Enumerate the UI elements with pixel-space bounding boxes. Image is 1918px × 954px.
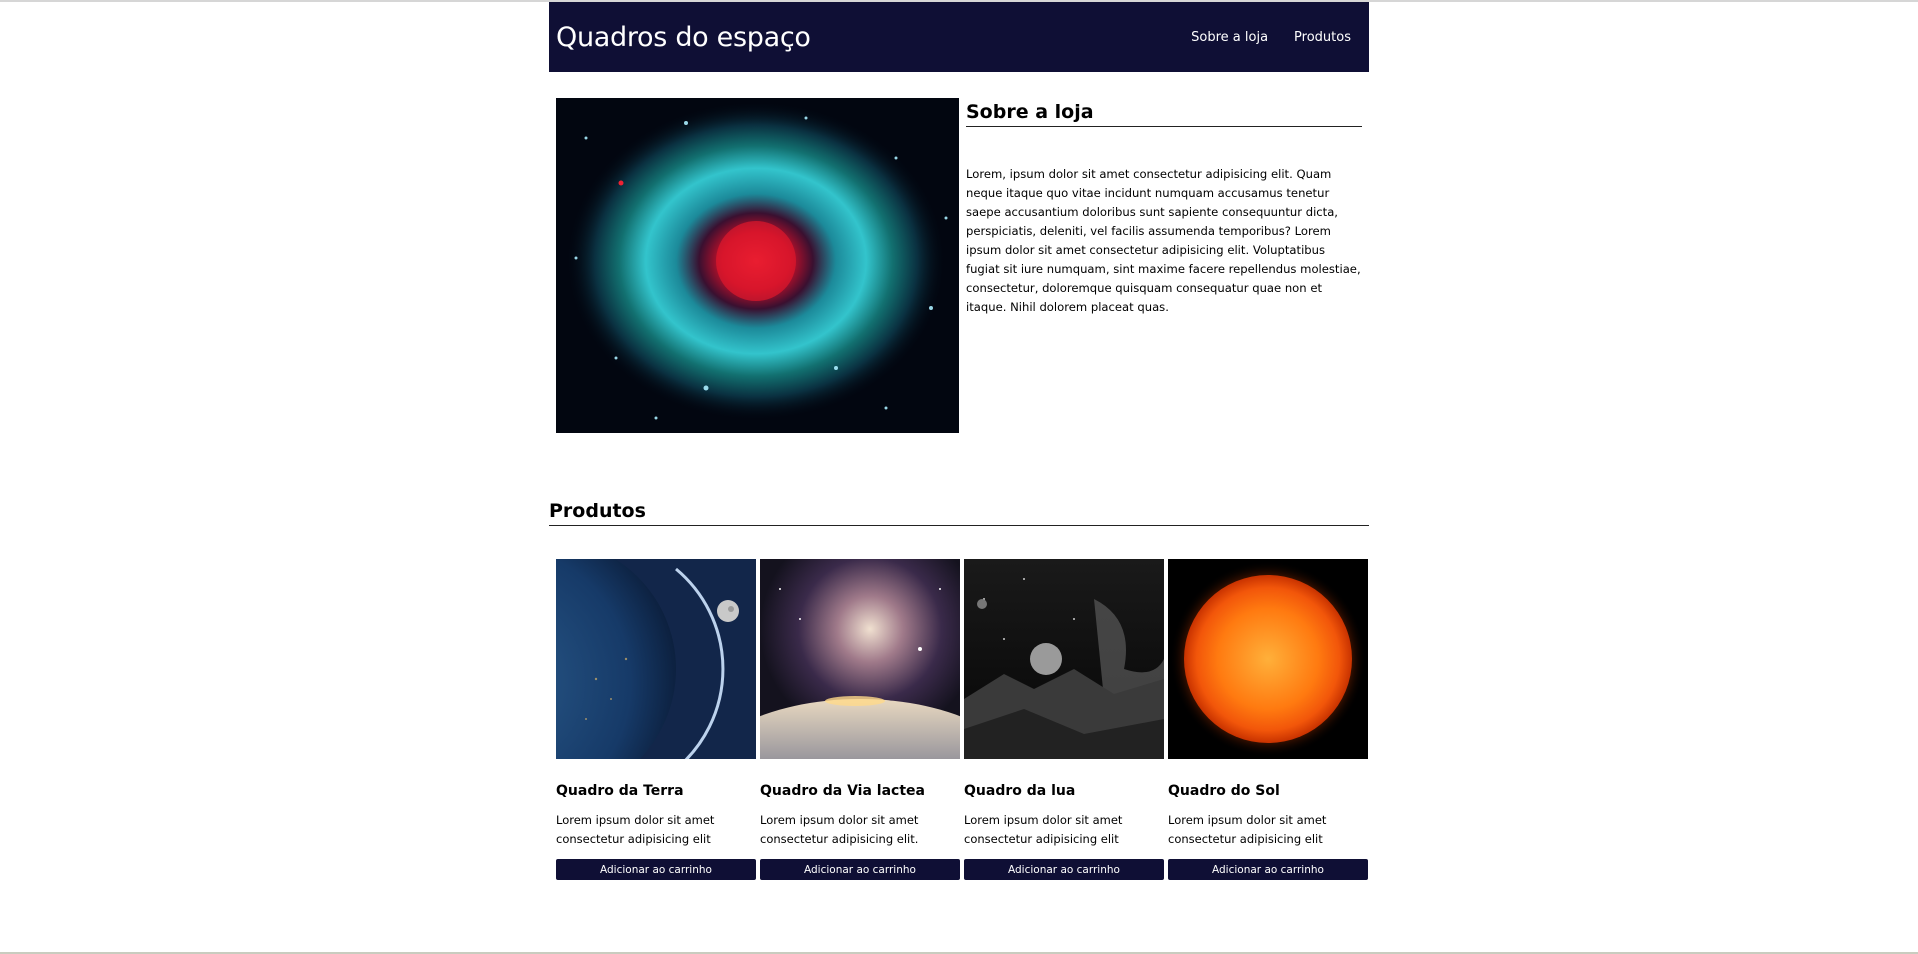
product-description: Lorem ipsum dolor sit amet consectetur a… (964, 813, 1123, 846)
product-grid: Quadro da Terra Lorem ipsum dolor sit am… (556, 559, 1368, 880)
about-body: Lorem, ipsum dolor sit amet consectetur … (966, 167, 1361, 314)
product-description: Lorem ipsum dolor sit amet consectetur a… (760, 813, 919, 846)
helix-nebula-image (556, 98, 959, 433)
page-container: Quadros do espaço Sobre a loja Produtos (549, 2, 1369, 880)
products-section: Produtos Quadro da Terra Lorem ipsum dol… (549, 497, 1369, 880)
product-title: Quadro do Sol (1168, 783, 1280, 799)
about-title: Sobre a loja (966, 98, 1362, 127)
add-to-cart-button[interactable]: Adicionar ao carrinho (1168, 859, 1368, 880)
product-card: Quadro da lua Lorem ipsum dolor sit amet… (964, 559, 1164, 880)
about-text: Sobre a loja Lorem, ipsum dolor sit amet… (966, 98, 1362, 317)
product-description: Lorem ipsum dolor sit amet consectetur a… (1168, 813, 1327, 846)
product-title: Quadro da Via lactea (760, 783, 925, 799)
nav-link-sobre-a-loja[interactable]: Sobre a loja (1191, 30, 1268, 45)
site-title: Quadros do espaço (556, 21, 811, 53)
add-to-cart-button[interactable]: Adicionar ao carrinho (760, 859, 960, 880)
main-nav: Sobre a loja Produtos (1191, 30, 1351, 45)
nav-link-produtos[interactable]: Produtos (1294, 30, 1351, 45)
product-card: Quadro do Sol Lorem ipsum dolor sit amet… (1168, 559, 1368, 880)
product-title: Quadro da lua (964, 783, 1076, 799)
product-card: Quadro da Via lactea Lorem ipsum dolor s… (760, 559, 960, 880)
product-description: Lorem ipsum dolor sit amet consectetur a… (556, 813, 715, 846)
sun-image (1168, 559, 1368, 759)
product-title: Quadro da Terra (556, 783, 684, 799)
about-section: Sobre a loja Lorem, ipsum dolor sit amet… (549, 72, 1369, 472)
add-to-cart-button[interactable]: Adicionar ao carrinho (556, 859, 756, 880)
products-title: Produtos (549, 497, 1369, 526)
product-card: Quadro da Terra Lorem ipsum dolor sit am… (556, 559, 756, 880)
site-header: Quadros do espaço Sobre a loja Produtos (549, 2, 1369, 72)
add-to-cart-button[interactable]: Adicionar ao carrinho (964, 859, 1164, 880)
earth-image (556, 559, 756, 759)
milky-way-image (760, 559, 960, 759)
moon-image (964, 559, 1164, 759)
